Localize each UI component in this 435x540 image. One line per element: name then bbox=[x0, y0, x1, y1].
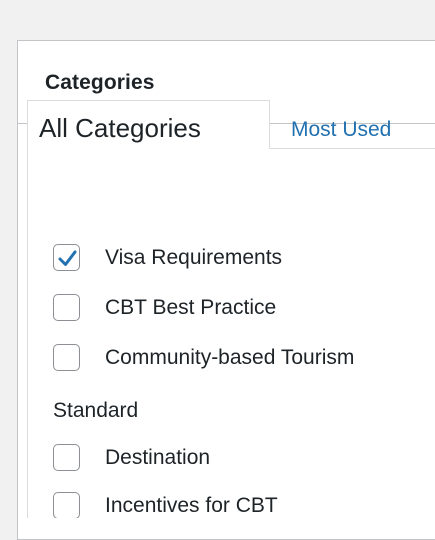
category-item-visa-requirements[interactable]: Visa Requirements bbox=[53, 244, 282, 271]
category-label-wrap: Standard bbox=[53, 399, 139, 422]
panel-title: Categories bbox=[45, 71, 155, 94]
category-label: Destination bbox=[105, 445, 211, 469]
checkmark-icon bbox=[58, 250, 77, 266]
category-checklist: Visa Requirements CBT Best Practice Comm… bbox=[27, 148, 435, 518]
category-checkbox[interactable] bbox=[53, 294, 80, 321]
category-item-community-based-tourism[interactable]: Community-based Tourism bbox=[53, 344, 354, 371]
category-label: Visa Requirements bbox=[105, 245, 283, 269]
category-item-cbt-best-practice[interactable]: CBT Best Practice bbox=[53, 294, 276, 321]
category-checkbox[interactable] bbox=[53, 492, 80, 518]
category-label: Community-based Tourism bbox=[105, 345, 355, 369]
category-checkbox[interactable] bbox=[53, 244, 80, 271]
category-checkbox[interactable] bbox=[53, 444, 80, 471]
category-checkbox[interactable] bbox=[53, 344, 80, 371]
category-label: CBT Best Practice bbox=[105, 295, 277, 319]
tab-all-categories[interactable]: All Categories bbox=[27, 100, 270, 149]
category-item-destination[interactable]: Destination bbox=[53, 444, 210, 471]
category-item-incentives-for-cbt[interactable]: Incentives for CBT bbox=[53, 492, 278, 518]
category-label: Incentives for CBT bbox=[105, 493, 278, 517]
category-tabs: All Categories Most Used bbox=[27, 100, 427, 149]
tab-most-used[interactable]: Most Used bbox=[291, 118, 391, 142]
